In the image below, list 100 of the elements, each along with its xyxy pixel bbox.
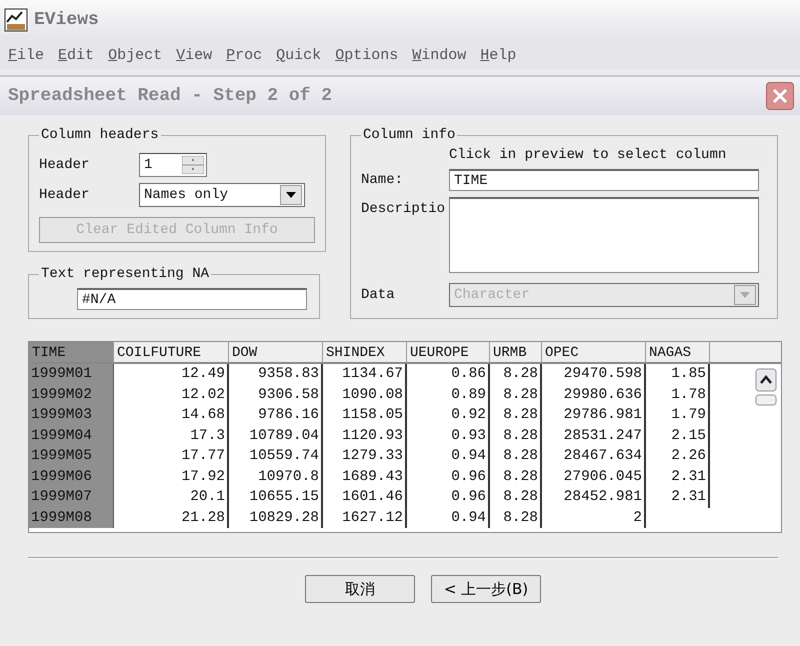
menu-item[interactable]: File [6, 44, 46, 66]
table-cell: 17.77 [114, 446, 229, 466]
dialog-button[interactable]: < 上一步(B) [431, 575, 541, 603]
table-cell: 2.26 [646, 446, 710, 466]
table-cell: 9786.16 [229, 405, 323, 426]
table-cell: 17.92 [114, 466, 229, 487]
group-title: Column info [362, 127, 456, 143]
field-label: Name: [361, 172, 404, 188]
table-cell: 1279.33 [323, 446, 407, 466]
table-cell: 2.31 [646, 466, 710, 487]
table-cell: 0.89 [407, 384, 490, 405]
field-label: Header [39, 157, 90, 173]
table-cell: 1090.08 [323, 384, 407, 405]
table-cell: 28452.981 [542, 487, 646, 508]
group-title: Column headers [40, 127, 160, 143]
table-cell: 28531.247 [542, 426, 646, 446]
table-cell: 1999M02 [29, 384, 114, 405]
table-cell: 0.86 [407, 364, 490, 384]
column-header[interactable]: SHINDEX [323, 342, 407, 364]
header-dropdown[interactable]: Names only [139, 183, 305, 207]
column-header[interactable]: OPEC [542, 342, 646, 364]
app-title: EViews [34, 10, 99, 30]
table-cell: 21.28 [114, 508, 229, 528]
column-header[interactable]: UEUROPE [407, 342, 490, 364]
column-header[interactable]: DOW [229, 342, 323, 364]
table-cell: 0.94 [407, 446, 490, 466]
table-cell: 1120.93 [323, 426, 407, 446]
table-cell: 1601.46 [323, 487, 407, 508]
spin-field[interactable]: 1 [139, 153, 207, 177]
table-cell: 9358.83 [229, 364, 323, 384]
dialog-button[interactable]: 取消 [305, 575, 415, 603]
menu-item[interactable]: Proc [224, 44, 264, 66]
table-cell: 8.28 [490, 364, 542, 384]
table-cell: 2 [542, 508, 646, 528]
menu-item[interactable]: Options [333, 44, 400, 66]
table-cell: 28467.634 [542, 446, 646, 466]
table-cell: 8.28 [490, 508, 542, 528]
table-cell: 1134.67 [323, 364, 407, 384]
column-header[interactable]: TIME [29, 342, 114, 364]
table-cell: 9306.58 [229, 384, 323, 405]
table-cell: 10970.8 [229, 466, 323, 487]
menu-item[interactable]: Help [478, 44, 518, 66]
column-header[interactable]: NAGAS [646, 342, 710, 364]
dropdown-arrow-icon [740, 292, 750, 298]
table-cell: 1999M04 [29, 426, 114, 446]
dropdown-arrow-icon [286, 192, 296, 198]
menu-item[interactable]: Window [410, 44, 468, 66]
table-cell: 8.28 [490, 487, 542, 508]
table-cell: 12.49 [114, 364, 229, 384]
table-cell: 10789.04 [229, 426, 323, 446]
table-cell: 0.96 [407, 466, 490, 487]
table-cell: 8.28 [490, 466, 542, 487]
table-cell: 1689.43 [323, 466, 407, 487]
column-header[interactable]: URMB [490, 342, 542, 364]
table-cell: 17.3 [114, 426, 229, 446]
table-cell: 29470.598 [542, 364, 646, 384]
table-cell: 1999M03 [29, 405, 114, 426]
table-cell: 2.15 [646, 426, 710, 446]
table-cell: 1999M01 [29, 364, 114, 384]
field-label: Descriptio [361, 201, 446, 217]
scroll-up-icon[interactable] [755, 368, 777, 408]
table-cell: 2.31 [646, 487, 710, 508]
table-cell: 1627.12 [323, 508, 407, 528]
close-icon [771, 87, 789, 105]
menu-item[interactable]: View [174, 44, 214, 66]
chart-icon [4, 8, 28, 32]
table-cell: 10559.74 [229, 446, 323, 466]
table-cell: 1999M05 [29, 446, 114, 466]
table-cell: 8.28 [490, 384, 542, 405]
description-field[interactable] [449, 197, 759, 273]
table-cell: 1999M06 [29, 466, 114, 487]
table-cell: 1.79 [646, 405, 710, 426]
hint-text: Click in preview to select column [449, 147, 728, 163]
table-cell: 27906.045 [542, 466, 646, 487]
field-label: Data [361, 287, 396, 303]
column-header[interactable]: COILFUTURE [114, 342, 229, 364]
menu-item[interactable]: Quick [274, 44, 324, 66]
close-button[interactable] [766, 82, 794, 110]
table-cell: 8.28 [490, 446, 542, 466]
name-input-field[interactable]: TIME [449, 169, 759, 191]
table-cell: 8.28 [490, 405, 542, 426]
na-input-field[interactable]: #N/A [77, 288, 307, 310]
table-cell: 1158.05 [323, 405, 407, 426]
table-cell: 10655.15 [229, 487, 323, 508]
menu-item[interactable]: Object [106, 44, 164, 66]
menu-item[interactable]: Edit [56, 44, 96, 66]
table-cell: 10829.28 [229, 508, 323, 528]
table-cell: 1.78 [646, 384, 710, 405]
table-cell: 1999M07 [29, 487, 114, 508]
dialog-title: Spreadsheet Read - Step 2 of 2 [8, 86, 332, 106]
table-cell: 20.1 [114, 487, 229, 508]
table-cell: 0.96 [407, 487, 490, 508]
table-cell: 29786.981 [542, 405, 646, 426]
table-cell: 14.68 [114, 405, 229, 426]
table-cell: 29980.636 [542, 384, 646, 405]
table-cell: 1.85 [646, 364, 710, 384]
table-cell: 0.94 [407, 508, 490, 528]
table-cell: 1999M08 [29, 508, 114, 528]
table-cell: 12.02 [114, 384, 229, 405]
table-cell: 8.28 [490, 426, 542, 446]
